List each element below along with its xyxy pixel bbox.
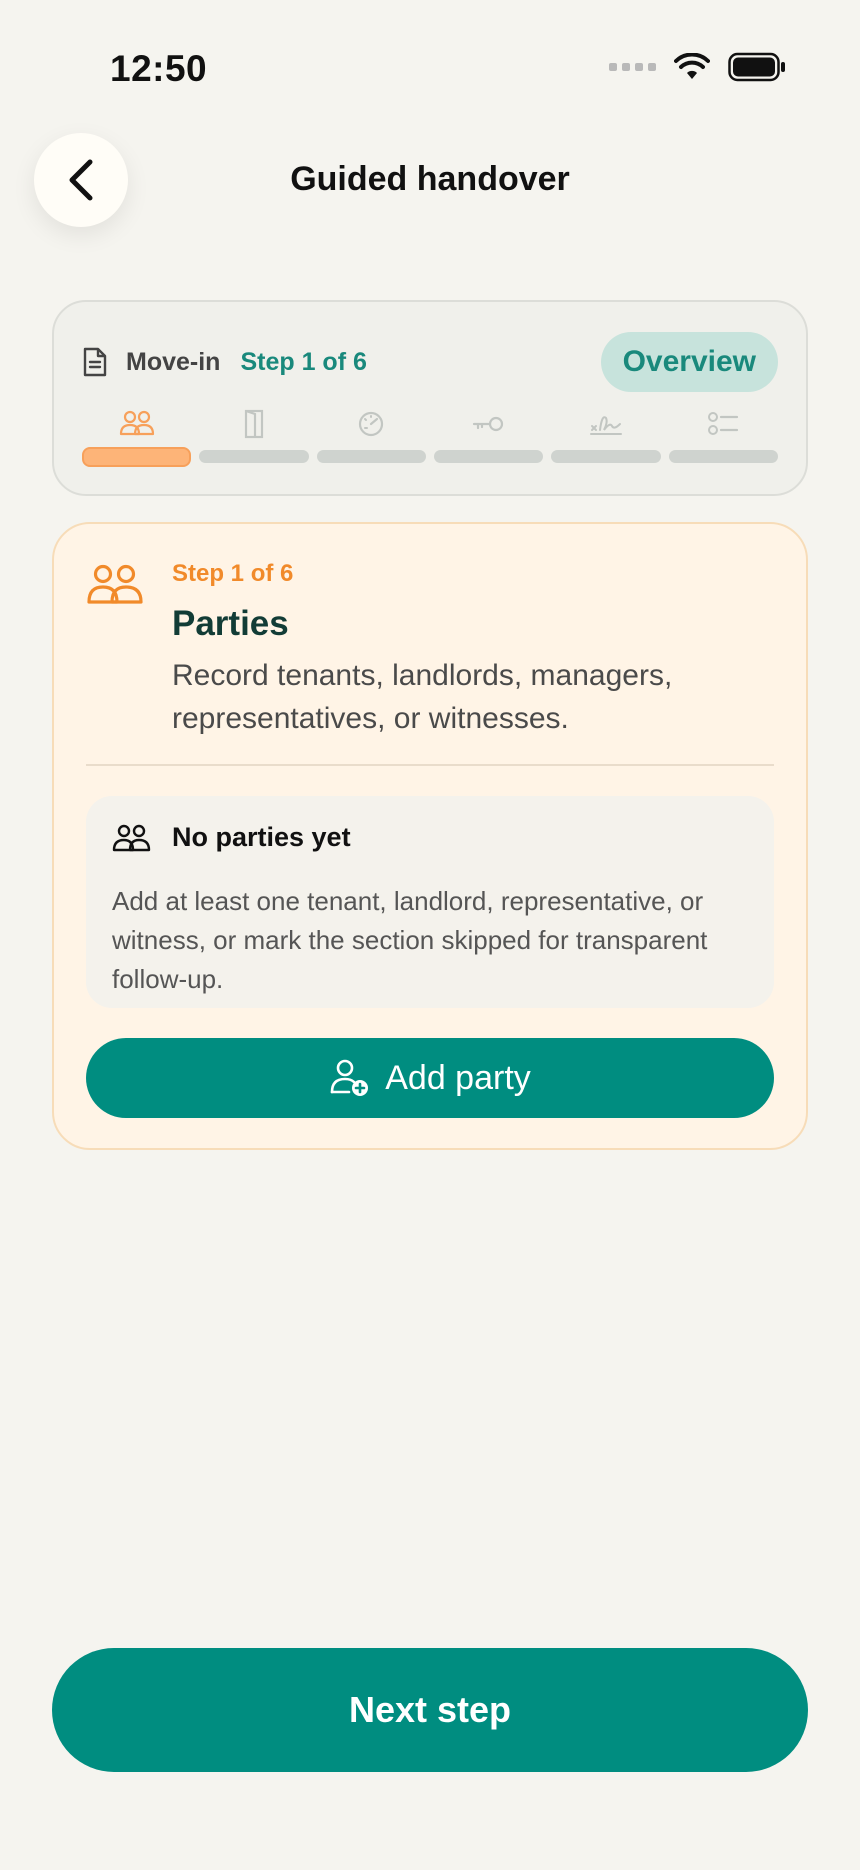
people-icon bbox=[112, 824, 151, 851]
step-bar bbox=[199, 450, 309, 463]
page-title: Guided handover bbox=[290, 160, 570, 198]
step-bar bbox=[668, 450, 778, 463]
next-step-button[interactable]: Next step bbox=[52, 1648, 808, 1772]
parties-section-card: Step 1 of 6 Parties Record tenants, land… bbox=[52, 522, 808, 1150]
add-party-label: Add party bbox=[385, 1058, 531, 1097]
flow-label: Move-in bbox=[126, 347, 221, 376]
empty-state: No parties yet Add at least one tenant, … bbox=[86, 796, 774, 1008]
progress-card: Move-in Step 1 of 6 Overview bbox=[52, 300, 808, 496]
step-bar bbox=[551, 450, 661, 463]
status-time: 12:50 bbox=[110, 48, 208, 89]
step-parties[interactable] bbox=[82, 408, 192, 467]
signature-icon bbox=[589, 416, 622, 435]
people-icon bbox=[119, 410, 154, 436]
step-indicator bbox=[82, 408, 778, 467]
empty-state-title: No parties yet bbox=[172, 822, 351, 852]
screen: 12:50 Guided handover Move-in Step 1 of … bbox=[0, 0, 860, 1870]
step-bar bbox=[433, 450, 544, 463]
section-title: Parties bbox=[172, 604, 289, 643]
add-person-icon bbox=[330, 1059, 369, 1096]
section-step-text: Step 1 of 6 bbox=[172, 560, 294, 587]
door-icon bbox=[244, 409, 264, 439]
status-indicators bbox=[609, 52, 786, 82]
progress-step-text: Step 1 of 6 bbox=[240, 347, 367, 376]
step-bar bbox=[316, 450, 426, 463]
progress-header: Move-in Step 1 of 6 Overview bbox=[82, 332, 778, 392]
step-review[interactable] bbox=[668, 408, 778, 467]
step-bar bbox=[82, 447, 192, 467]
meter-icon bbox=[359, 411, 384, 437]
step-keys[interactable] bbox=[433, 408, 544, 467]
step-meters[interactable] bbox=[316, 408, 426, 467]
battery-icon bbox=[728, 52, 785, 82]
divider bbox=[86, 764, 774, 766]
signal-icon bbox=[609, 63, 656, 71]
key-icon bbox=[472, 416, 503, 432]
empty-state-body: Add at least one tenant, landlord, repre… bbox=[112, 886, 708, 994]
section-description: Record tenants, landlords, managers, rep… bbox=[172, 659, 673, 735]
people-icon bbox=[87, 564, 143, 604]
step-signatures[interactable] bbox=[551, 408, 661, 467]
empty-state-header: No parties yet bbox=[112, 822, 351, 853]
wifi-icon bbox=[674, 53, 710, 79]
add-party-button[interactable]: Add party bbox=[86, 1038, 774, 1118]
overview-button[interactable]: Overview bbox=[600, 332, 778, 392]
checklist-icon bbox=[708, 412, 739, 435]
document-icon bbox=[83, 347, 107, 377]
step-rooms[interactable] bbox=[199, 408, 309, 467]
